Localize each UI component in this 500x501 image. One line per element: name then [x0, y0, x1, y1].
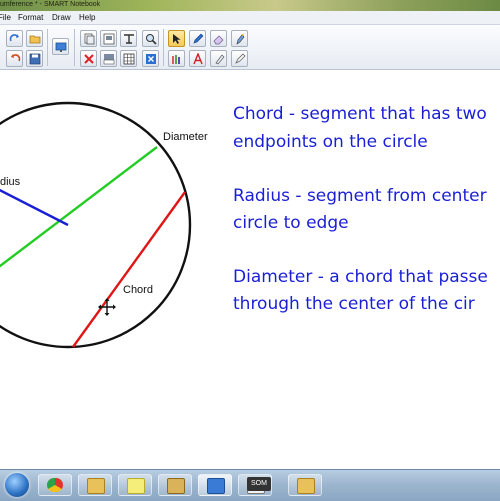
radius-definition-line1: Radius - segment from center [233, 186, 487, 206]
taskbar-smart-notebook[interactable] [198, 474, 232, 496]
taskbar-screencast[interactable]: SOM [243, 474, 277, 496]
file-manager-icon [167, 478, 185, 494]
chrome-icon [47, 478, 63, 492]
diameter-definition-line2: through the center of the cir [233, 294, 475, 314]
folder-icon [297, 478, 315, 494]
taskbar-explorer[interactable] [78, 474, 112, 496]
taskbar-folder[interactable] [288, 474, 322, 496]
chord-definition-line1: Chord - segment that has two [233, 104, 487, 124]
taskbar-file-manager[interactable] [158, 474, 192, 496]
smart-notebook-icon [207, 478, 225, 494]
chord-definition-line2: endpoints on the circle [233, 132, 428, 152]
taskbar-sticky-notes[interactable] [118, 474, 152, 496]
move-cursor-icon [98, 298, 116, 316]
start-orb-icon[interactable] [5, 473, 29, 497]
circle-figure [0, 101, 192, 349]
screencast-icon: SOM [247, 477, 271, 491]
taskbar: SOM [0, 469, 500, 501]
sticky-note-icon [127, 478, 145, 494]
diameter-definition-line1: Diameter - a chord that passe [233, 267, 488, 287]
radius-label: dius [0, 176, 21, 188]
explorer-folder-icon [87, 478, 105, 494]
radius-definition-line2: circle to edge [233, 213, 349, 233]
diameter-label: Diameter [163, 131, 208, 143]
chord-label: Chord [123, 284, 153, 296]
taskbar-chrome[interactable] [38, 474, 72, 496]
chord-segment [72, 191, 186, 348]
